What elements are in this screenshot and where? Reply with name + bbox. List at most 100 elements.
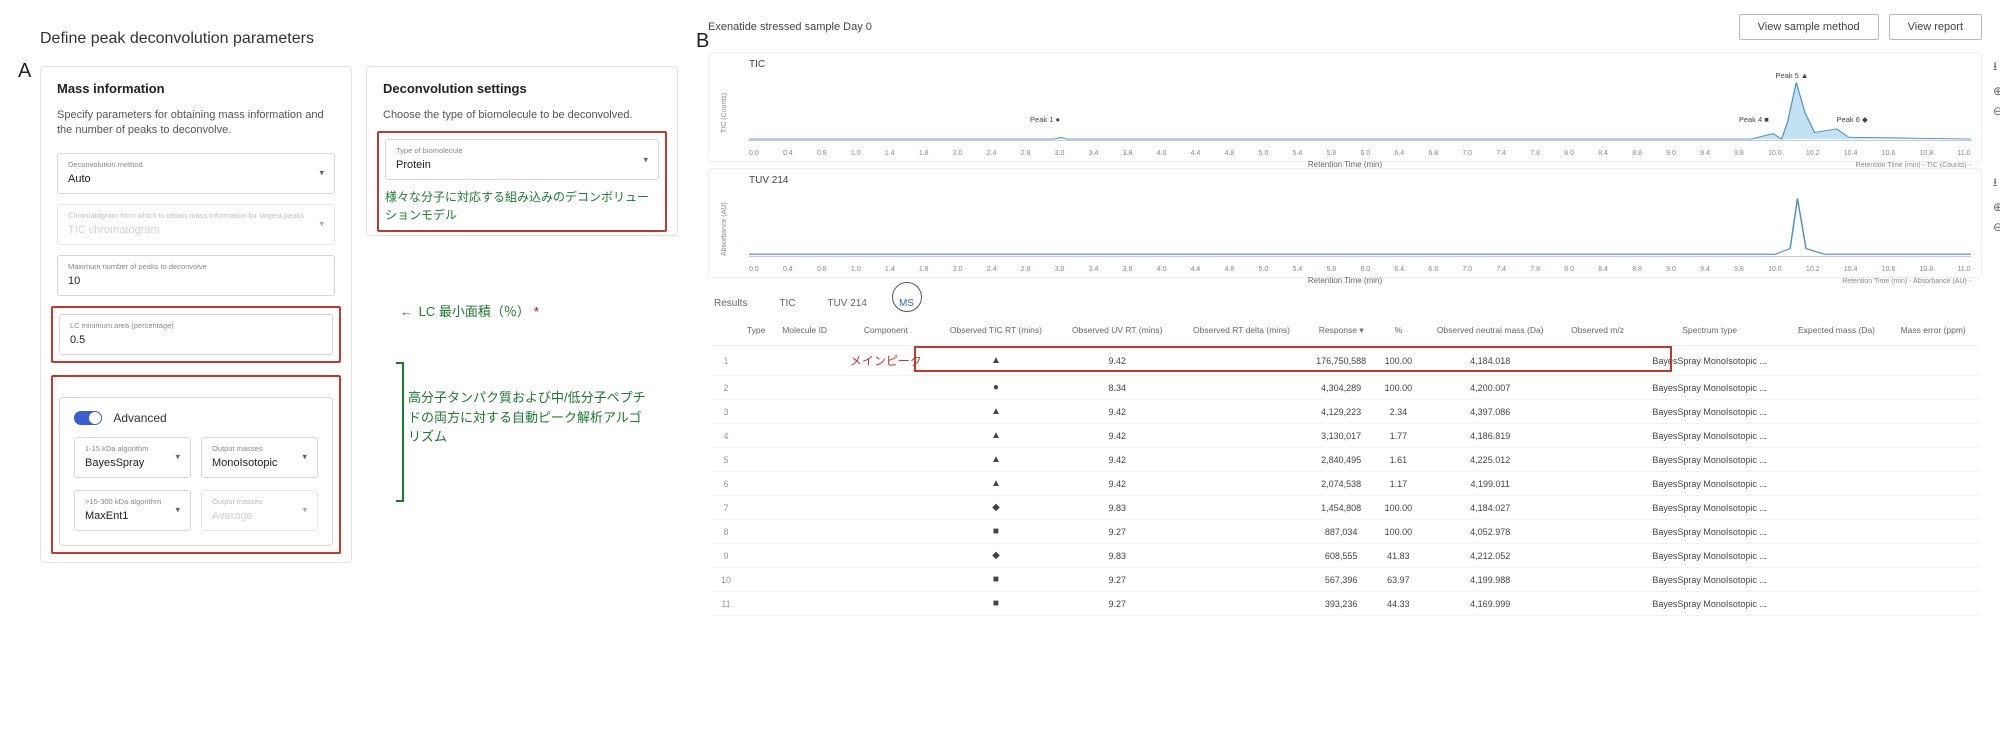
table-row[interactable]: 11■9.27393,23644.334,169.999BayesSpray M… [712,592,1978,616]
cell-mass-error [1888,496,1977,520]
field-value: Protein [396,159,431,171]
cell-type [740,346,772,376]
cell-uv-rt [1177,520,1305,544]
col-obs-neutral-mass[interactable]: Observed neutral mass (Da) [1420,319,1560,346]
field-label: LC minimum area (percentage) [70,321,322,330]
cell-spectrum: BayesSpray MonoIsotopic ... [1635,346,1785,376]
cell-percent: 2.34 [1377,400,1420,424]
tab-tuv[interactable]: TUV 214 [825,294,868,313]
cell-spectrum: BayesSpray MonoIsotopic ... [1635,568,1785,592]
cell-neutral-mass: 4,199.011 [1420,472,1560,496]
cell-molecule-id [772,520,837,544]
lc-min-area-input[interactable]: LC minimum area (percentage) 0.5 [59,314,333,355]
cell-tic-rt: 9.83 [1057,496,1177,520]
field-label: 1-15 kDa algorithm [85,444,180,453]
col-idx[interactable] [712,319,740,346]
cell-neutral-mass: 4,200.007 [1420,376,1560,400]
table-row[interactable]: 9◆9.83608,55541.834,212.052BayesSpray Mo… [712,544,1978,568]
cell-type [740,376,772,400]
results-table-wrap: Type Molecule ID Component Observed TIC … [700,319,1990,616]
cell-tic-rt: 9.42 [1057,400,1177,424]
advanced-toggle[interactable] [74,411,102,425]
cell-mass-error [1888,400,1977,424]
cell-neutral-mass: 4,169.999 [1420,592,1560,616]
col-obs-rt-delta[interactable]: Observed RT delta (mins) [1177,319,1305,346]
tic-x-axis: 0.00.40.81.01.41.82.02.42.83.03.43.84.04… [749,150,1971,157]
zoom-in-icon[interactable]: ⊕ [1993,84,2000,98]
cell-percent: 100.00 [1377,346,1420,376]
table-row[interactable]: 4▲9.423,130,0171.774,186.819BayesSpray M… [712,424,1978,448]
cell-type [740,544,772,568]
tuv-y-axis-label: Absorbance (AU) [721,199,741,259]
col-obs-mz[interactable]: Observed m/z [1560,319,1634,346]
cell-percent: 44.33 [1377,592,1420,616]
biomolecule-type-select[interactable]: Type of biomolecule Protein ▾ [385,139,659,180]
table-row[interactable]: 3▲9.424,129,2232.344,397.086BayesSpray M… [712,400,1978,424]
col-response[interactable]: Response ▾ [1306,319,1377,346]
table-row[interactable]: 8■9.27887,034100.004,052.978BayesSpray M… [712,520,1978,544]
mass-info-subtitle: Specify parameters for obtaining mass in… [57,108,335,139]
cell-type-symbol: ▲ [935,448,1057,472]
table-row[interactable]: 10■9.27567,39663.974,199.988BayesSpray M… [712,568,1978,592]
cell-mz [1560,496,1634,520]
download-icon[interactable]: ⭳ [1993,173,2000,194]
lc-min-area-annotation: LC 最小面積（％）* [400,302,539,322]
col-obs-uv-rt[interactable]: Observed UV RT (mins) [1057,319,1177,346]
view-report-button[interactable]: View report [1889,14,1982,40]
peak-label: Peak 6 ◆ [1837,115,1868,124]
zoom-out-icon[interactable]: ⊖ [1993,220,2000,234]
view-sample-method-button[interactable]: View sample method [1739,14,1879,40]
zoom-in-icon[interactable]: ⊕ [1993,200,2000,214]
tuv-chart[interactable]: TUV 214 Absorbance (AU) 0.00.40.81.01.41… [708,168,1982,278]
download-icon[interactable]: ⭳ [1993,57,2000,78]
cell-spectrum: BayesSpray MonoIsotopic ... [1635,400,1785,424]
col-obs-tic-rt[interactable]: Observed TIC RT (mins) [935,319,1057,346]
cell-idx: 1 [712,346,740,376]
cell-mass-error [1888,520,1977,544]
deconv-heading: Deconvolution settings [383,81,661,96]
panel-b: Exenatide stressed sample Day 0 View sam… [700,10,1990,616]
cell-type-symbol: ■ [935,568,1057,592]
mass-info-card: Mass information Specify parameters for … [40,66,352,563]
cell-component [837,400,935,424]
cell-uv-rt [1177,448,1305,472]
col-percent[interactable]: % [1377,319,1420,346]
tic-chart[interactable]: TIC TIC (Counts) Peak 1 ● Peak 4 ■ Peak … [708,52,1982,162]
col-expected-mass[interactable]: Expected mass (Da) [1785,319,1889,346]
cell-molecule-id [772,424,837,448]
results-table: Type Molecule ID Component Observed TIC … [712,319,1978,616]
table-row[interactable]: 2●8.344,304,289100.004,200.007BayesSpray… [712,376,1978,400]
cell-idx: 5 [712,448,740,472]
advanced-label: Advanced [113,411,166,425]
col-molecule-id[interactable]: Molecule ID [772,319,837,346]
deconvolution-method-select[interactable]: Deconvolution method Auto ▾ [57,153,335,194]
table-row[interactable]: 7◆9.831,454,808100.004,184.027BayesSpray… [712,496,1978,520]
algo1-select[interactable]: 1-15 kDa algorithm BayesSpray ▾ [74,437,191,478]
cell-molecule-id [772,568,837,592]
tuv-x-axis: 0.00.40.81.01.41.82.02.42.83.03.43.84.04… [749,266,1971,273]
tab-tic[interactable]: TIC [777,294,797,313]
cell-mz [1560,400,1634,424]
cell-type-symbol: ◆ [935,544,1057,568]
chevron-down-icon: ▾ [319,219,324,230]
col-spectrum-type[interactable]: Spectrum type [1635,319,1785,346]
algo2-select[interactable]: >15-300 kDa algorithm MaxEnt1 ▾ [74,490,191,531]
cell-percent: 100.00 [1377,376,1420,400]
cell-type [740,496,772,520]
max-peaks-input[interactable]: Maximum number of peaks to deconvolve 10 [57,255,335,296]
cell-idx: 8 [712,520,740,544]
col-type[interactable]: Type [740,319,772,346]
cell-uv-rt [1177,568,1305,592]
table-row[interactable]: 1メインピーク▲9.42176,750,588100.004,184.018Ba… [712,346,1978,376]
table-row[interactable]: 6▲9.422,074,5381.174,199.011BayesSpray M… [712,472,1978,496]
col-component[interactable]: Component [837,319,935,346]
col-mass-error[interactable]: Mass error (ppm) [1888,319,1977,346]
zoom-out-icon[interactable]: ⊖ [1993,104,2000,118]
cell-percent: 63.97 [1377,568,1420,592]
tab-results[interactable]: Results [712,294,749,313]
cell-percent: 100.00 [1377,496,1420,520]
cell-response: 567,396 [1306,568,1377,592]
output-masses1-select[interactable]: Output masses MonoIsotopic ▾ [201,437,318,478]
table-row[interactable]: 5▲9.422,840,4951.614,225.012BayesSpray M… [712,448,1978,472]
table-header-row: Type Molecule ID Component Observed TIC … [712,319,1978,346]
